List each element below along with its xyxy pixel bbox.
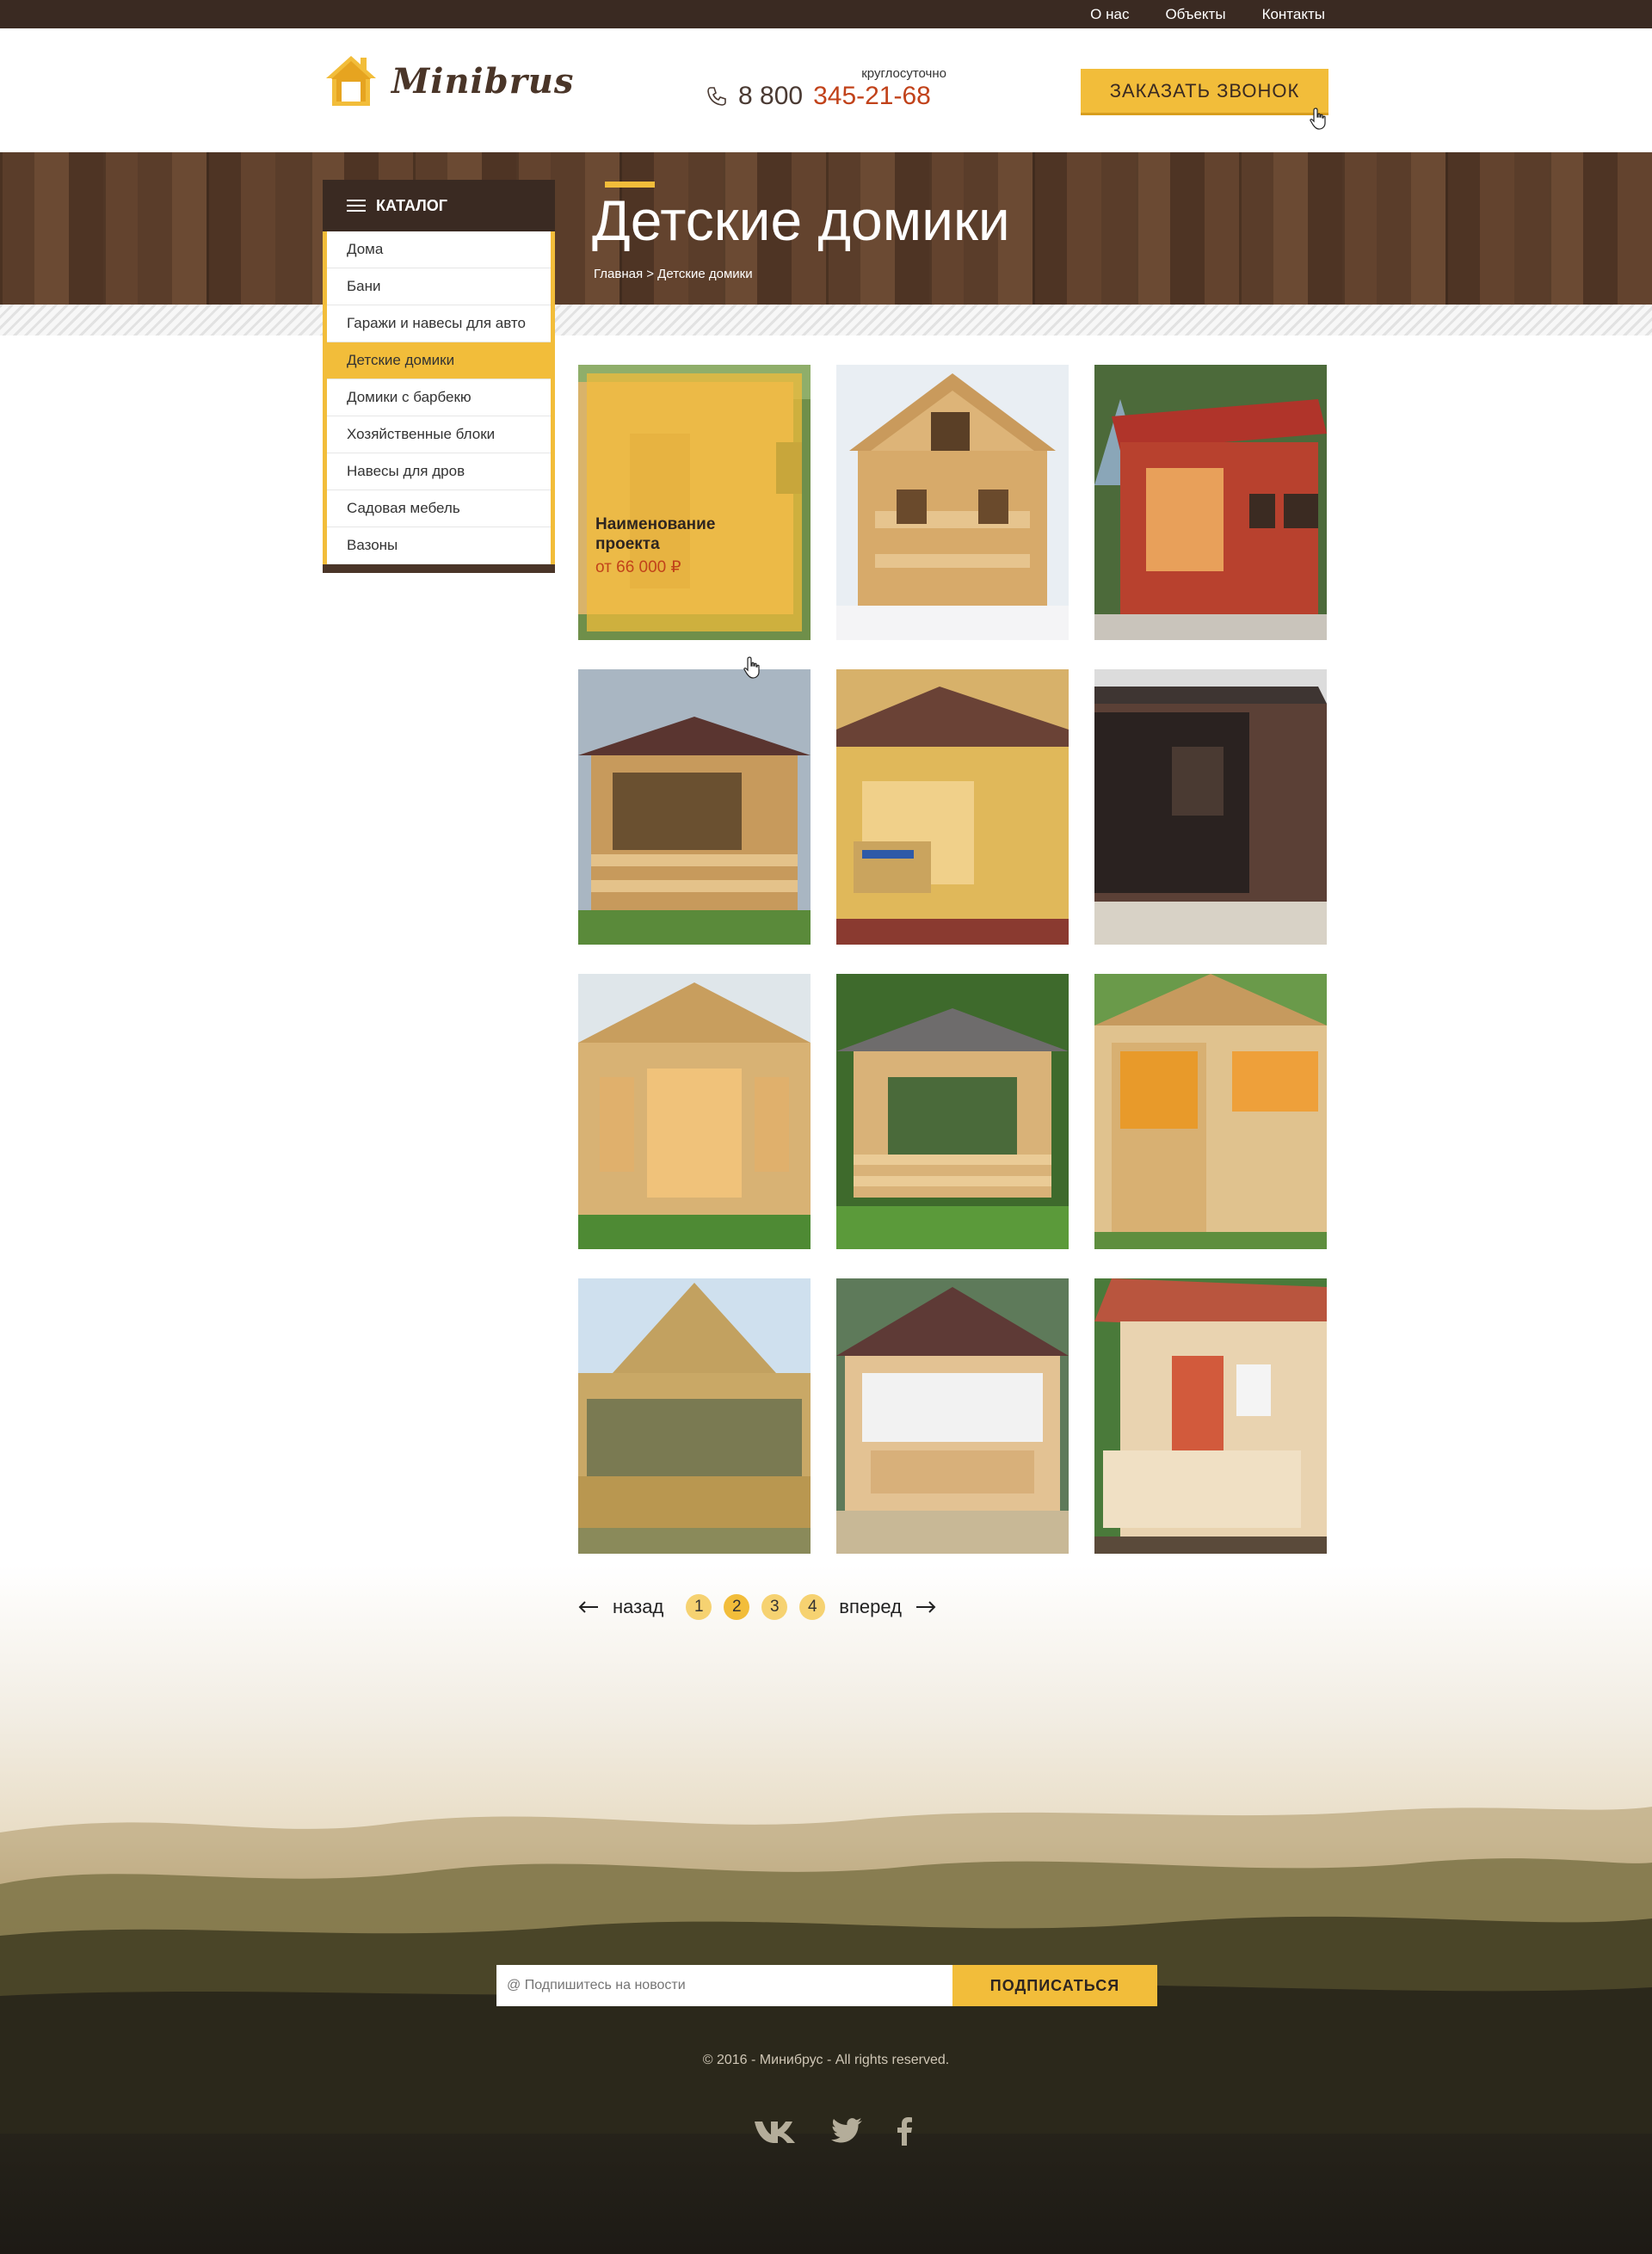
mountains-illustration (0, 1807, 1652, 2134)
twitter-icon[interactable] (830, 2118, 863, 2144)
product-card[interactable] (1094, 365, 1327, 640)
catalog-item-planters[interactable]: Вазоны (327, 527, 551, 564)
product-card[interactable] (1094, 974, 1327, 1249)
product-image (578, 669, 811, 945)
catalog-footer-bar (323, 564, 555, 573)
product-image (836, 974, 1069, 1249)
product-hover-overlay (587, 373, 802, 631)
product-name: Наименование проекта (595, 515, 716, 553)
top-bar: О нас Объекты Контакты (0, 0, 1652, 28)
catalog-item-bbq-houses[interactable]: Домики с барбекю (327, 379, 551, 416)
product-image (1094, 365, 1327, 640)
topnav-link-about[interactable]: О нас (1090, 6, 1129, 23)
pagination-prev[interactable]: назад (578, 1596, 663, 1618)
catalog-item-garages[interactable]: Гаражи и навесы для авто (327, 305, 551, 342)
phone-prefix: 8 800 (738, 82, 804, 110)
product-card[interactable] (836, 974, 1069, 1249)
product-card[interactable] (578, 1278, 811, 1554)
catalog-item-baths[interactable]: Бани (327, 268, 551, 305)
catalog-item-kids-houses[interactable]: Детские домики (327, 342, 551, 379)
product-image (1094, 1278, 1327, 1554)
product-price: от 66 000 ₽ (595, 558, 681, 576)
catalog-item-woodsheds[interactable]: Навесы для дров (327, 453, 551, 490)
catalog-header[interactable]: КАТАЛОГ (323, 180, 555, 231)
product-image (578, 1278, 811, 1554)
phone-main: 345-21-68 (813, 82, 931, 110)
phone-icon (707, 87, 726, 106)
pagination-page[interactable]: 4 (799, 1594, 826, 1620)
arrow-right-icon (915, 1601, 936, 1613)
product-card[interactable] (1094, 669, 1327, 945)
top-nav: О нас Объекты Контакты (1090, 0, 1325, 28)
phone-number[interactable]: 8 800 345-21-68 (706, 82, 931, 111)
product-card[interactable] (836, 669, 1069, 945)
product-card[interactable] (836, 365, 1069, 640)
catalog-title: КАТАЛОГ (376, 196, 448, 214)
vk-icon[interactable] (753, 2118, 798, 2144)
catalog-item-houses[interactable]: Дома (327, 231, 551, 268)
product-image (1094, 974, 1327, 1249)
product-card[interactable] (836, 1278, 1069, 1554)
social-links (753, 2116, 913, 2146)
page-title: Детские домики (592, 188, 1010, 252)
pagination: назад 1 2 3 4 вперед (578, 1593, 936, 1621)
pagination-page[interactable]: 1 (686, 1594, 712, 1620)
breadcrumb[interactable]: Главная > Детские домики (594, 267, 753, 281)
subscribe-email-input[interactable] (496, 1965, 952, 2006)
menu-icon (347, 200, 366, 212)
stripe-divider (0, 305, 1652, 336)
product-card[interactable] (578, 669, 811, 945)
logo-text: Minibrus (391, 60, 575, 102)
phone-note: круглосуточно (861, 66, 946, 81)
hand-cursor-icon (1310, 108, 1326, 130)
pagination-page[interactable]: 3 (761, 1594, 788, 1620)
header: Minibrus круглосуточно 8 800 345-21-68 З… (0, 28, 1652, 152)
subscribe-form: ПОДПИСАТЬСЯ (496, 1965, 1157, 2006)
product-card[interactable]: Наименование проекта от 66 000 ₽ (578, 365, 811, 640)
product-card[interactable] (578, 974, 811, 1249)
topnav-link-objects[interactable]: Объекты (1165, 6, 1225, 23)
pagination-next-label: вперед (839, 1596, 902, 1617)
product-card[interactable] (1094, 1278, 1327, 1554)
product-image (578, 974, 811, 1249)
product-grid: Наименование проекта от 66 000 ₽ (578, 365, 1328, 1554)
catalog-item-utility-blocks[interactable]: Хозяйственные блоки (327, 416, 551, 453)
callback-button[interactable]: ЗАКАЗАТЬ ЗВОНОК (1081, 69, 1328, 115)
title-accent-bar (605, 182, 655, 188)
pagination-next[interactable]: вперед (839, 1596, 936, 1618)
facebook-icon[interactable] (896, 2116, 913, 2146)
product-image (836, 669, 1069, 945)
subscribe-button[interactable]: ПОДПИСАТЬСЯ (952, 1965, 1157, 2006)
pagination-prev-label: назад (613, 1596, 664, 1617)
product-image (1094, 669, 1327, 945)
house-logo-icon (326, 56, 376, 106)
arrow-left-icon (578, 1601, 598, 1613)
catalog-sidebar: КАТАЛОГ Дома Бани Гаражи и навесы для ав… (323, 180, 555, 573)
product-image (836, 1278, 1069, 1554)
topnav-link-contacts[interactable]: Контакты (1262, 6, 1325, 23)
pagination-page-current[interactable]: 2 (724, 1594, 750, 1620)
catalog-list: Дома Бани Гаражи и навесы для авто Детск… (323, 231, 555, 564)
hand-cursor-icon (743, 656, 760, 679)
logo[interactable]: Minibrus (323, 52, 574, 109)
product-image (836, 365, 1069, 640)
copyright: © 2016 - Минибрус - All rights reserved. (702, 2053, 950, 2067)
catalog-item-garden-furniture[interactable]: Садовая мебель (327, 490, 551, 527)
